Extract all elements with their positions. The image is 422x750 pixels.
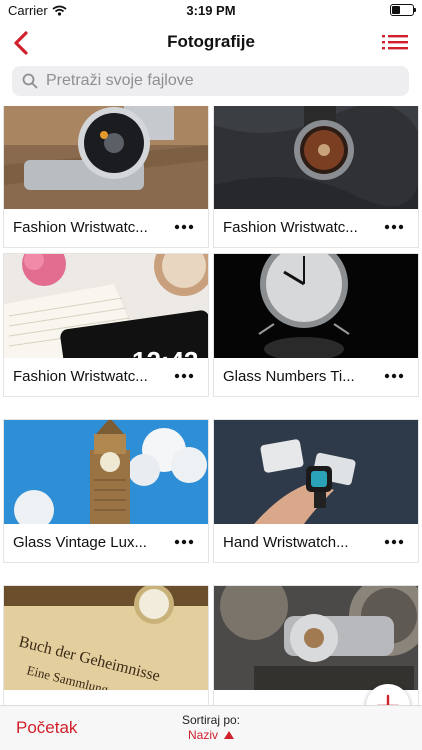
- sort-selector[interactable]: Naziv: [0, 728, 422, 742]
- file-name: Fashion Wristwatc...: [13, 219, 148, 236]
- file-name: Glass Numbers Ti...: [223, 368, 355, 385]
- file-card[interactable]: Glass Numbers Ti...: [213, 253, 419, 397]
- file-card[interactable]: Fashion Wristwatc...: [213, 106, 419, 248]
- file-card[interactable]: 12:43 Fashion Wristwatc...: [3, 253, 209, 397]
- list-icon[interactable]: [382, 30, 408, 54]
- file-card[interactable]: Buch der Geheimnisse Eine Sammlung: [3, 585, 209, 706]
- sort-label: Sortiraj po:: [181, 713, 241, 727]
- search-icon: [22, 73, 38, 89]
- more-icon[interactable]: [174, 223, 194, 231]
- more-icon[interactable]: [174, 372, 194, 380]
- sort-value: Naziv: [187, 728, 218, 742]
- photo-thumbnail: [214, 586, 418, 690]
- more-icon[interactable]: [384, 223, 404, 231]
- photo-thumbnail: 12:43: [4, 254, 208, 358]
- status-bar: Carrier 3:19 PM: [0, 0, 422, 22]
- file-name: Hand Wristwatch...: [223, 534, 349, 551]
- file-name: Glass Vintage Lux...: [13, 534, 147, 551]
- more-icon[interactable]: [384, 538, 404, 546]
- search-placeholder: Pretraži svoje fajlove: [46, 72, 194, 89]
- file-card[interactable]: Glass Vintage Lux...: [3, 419, 209, 563]
- photo-thumbnail: [4, 106, 208, 209]
- sort-ascending-icon: [224, 731, 234, 739]
- page-title: Fotografije: [167, 32, 255, 51]
- file-grid: Fashion Wristwatc... Fashion Wristwatc..…: [0, 106, 422, 706]
- navigation-bar: Fotografije: [0, 22, 422, 64]
- battery-icon: [390, 4, 416, 16]
- photo-thumbnail: [214, 420, 418, 524]
- file-name: Fashion Wristwatc...: [13, 368, 148, 385]
- more-icon[interactable]: [384, 372, 404, 380]
- file-card[interactable]: Hand Wristwatch...: [213, 419, 419, 563]
- photo-thumbnail: Buch der Geheimnisse Eine Sammlung: [4, 586, 208, 690]
- file-name: Fashion Wristwatc...: [223, 219, 358, 236]
- bottom-toolbar: Početak Sortiraj po: Naziv: [0, 705, 422, 750]
- svg-text:12:43: 12:43: [132, 346, 199, 358]
- photo-thumbnail: [214, 106, 418, 209]
- status-time: 3:19 PM: [186, 3, 236, 18]
- search-input[interactable]: Pretraži svoje fajlove: [12, 66, 409, 96]
- photo-thumbnail: [4, 420, 208, 524]
- file-card[interactable]: Fashion Wristwatc...: [3, 106, 209, 248]
- more-icon[interactable]: [174, 538, 194, 546]
- photo-thumbnail: [214, 254, 418, 358]
